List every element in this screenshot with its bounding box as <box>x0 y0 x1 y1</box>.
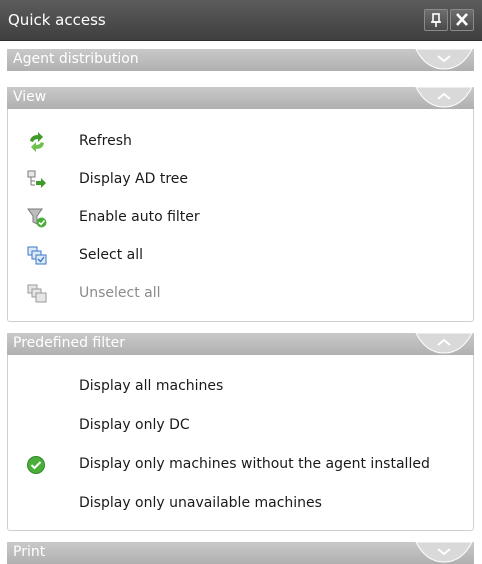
filter-option-label: Display only unavailable machines <box>79 495 322 511</box>
section-header-print[interactable]: Print <box>7 542 474 564</box>
action-unselect-all[interactable]: Unselect all <box>8 278 475 310</box>
close-button[interactable] <box>450 9 474 31</box>
action-label: Select all <box>79 247 143 263</box>
section-label: Predefined filter <box>13 335 125 351</box>
select-all-icon <box>27 246 47 265</box>
filter-option-label: Display all machines <box>79 378 224 394</box>
section-header-view[interactable]: View <box>7 87 474 109</box>
section-header-predefined-filter[interactable]: Predefined filter <box>7 333 474 355</box>
refresh-icon <box>30 132 44 152</box>
filter-option-without-agent[interactable]: Display only machines without the agent … <box>8 449 475 481</box>
section-label: Agent distribution <box>13 51 139 67</box>
expand-chevron-icon[interactable] <box>414 542 474 564</box>
panel-title: Quick access <box>8 11 106 29</box>
action-enable-auto-filter[interactable]: Enable auto filter <box>8 202 475 234</box>
filter-option-all-machines[interactable]: Display all machines <box>8 371 475 403</box>
filter-option-label: Display only machines without the agent … <box>79 456 430 472</box>
action-label: Enable auto filter <box>79 209 200 225</box>
section-label: Print <box>13 544 46 560</box>
action-display-ad-tree[interactable]: Display AD tree <box>8 164 475 196</box>
filter-option-only-dc[interactable]: Display only DC <box>8 410 475 442</box>
collapse-chevron-icon[interactable] <box>414 87 474 109</box>
filter-option-label: Display only DC <box>79 417 190 433</box>
section-header-agent-distribution[interactable]: Agent distribution <box>7 49 474 71</box>
filter-option-unavailable[interactable]: Display only unavailable machines <box>8 488 475 520</box>
pin-button[interactable] <box>424 9 448 31</box>
filter-icon <box>27 208 47 228</box>
ad-tree-icon <box>27 170 46 188</box>
check-circle-icon <box>27 456 45 474</box>
section-label: View <box>13 89 47 105</box>
section-body-predefined-filter: Display all machines Display only DC Dis… <box>7 355 474 531</box>
action-refresh[interactable]: Refresh <box>8 126 475 158</box>
action-label: Display AD tree <box>79 171 189 187</box>
quick-access-panel: Quick access Agent distribution View Ref… <box>0 0 482 564</box>
close-icon <box>456 13 468 26</box>
expand-chevron-icon[interactable] <box>414 49 474 71</box>
action-label: Refresh <box>79 133 132 149</box>
unselect-all-icon <box>27 284 47 303</box>
panel-titlebar: Quick access <box>0 0 482 41</box>
action-select-all[interactable]: Select all <box>8 240 475 272</box>
section-body-view: Refresh Display AD tree Enable auto filt… <box>7 109 474 322</box>
pin-icon <box>431 13 441 27</box>
collapse-chevron-icon[interactable] <box>414 333 474 355</box>
action-label: Unselect all <box>79 285 161 301</box>
